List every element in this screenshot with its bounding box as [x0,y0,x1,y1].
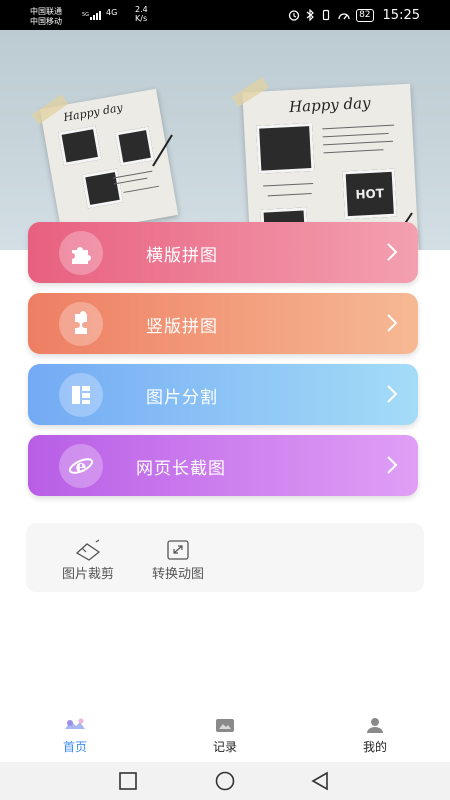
alarm-icon [288,10,300,21]
webpage-screenshot-label: 网页长截图 [136,459,226,479]
svg-text:e: e [76,457,87,477]
tab-home-label: 首页 [62,740,87,754]
expand-icon [167,540,189,560]
carrier-1: 中国联通 [30,7,62,16]
record-icon [216,719,234,732]
banner-photo [81,168,124,209]
pen-icon [152,134,173,167]
banner-image: Happy day Happy day HOT [0,30,450,250]
image-crop-label: 图片裁剪 [61,567,114,582]
home-button[interactable] [214,771,236,791]
carrier-info: 中国联通 中国移动 [30,7,62,27]
status-right: 82 15:25 [288,7,420,23]
image-split-button[interactable]: 图片分割 [28,364,418,425]
tools-panel: 图片裁剪 转换动图 [26,523,424,592]
svg-text:5G: 5G [82,12,89,18]
tab-home[interactable]: 首页 [45,715,105,755]
image-crop-tool[interactable]: 图片裁剪 [52,539,124,582]
note-right-heading: Happy day [288,93,371,117]
tape-decoration [231,77,269,107]
browser-e-icon: e [59,444,103,488]
home-icon [65,718,85,729]
puzzle-icon [59,231,103,275]
photo-caption: HOT [355,186,385,202]
convert-gif-tool[interactable]: 转换动图 [142,539,214,582]
tab-profile-label: 我的 [362,740,387,754]
note-left-heading: Happy day [62,100,124,125]
carrier-2: 中国移动 [30,17,62,26]
bottom-nav: 首页 记录 我的 [0,710,450,758]
tab-records[interactable]: 记录 [195,715,255,755]
horizontal-collage-label: 横版拼图 [146,246,218,266]
chevron-right-icon [387,385,398,403]
tab-records-label: 记录 [212,740,237,754]
puzzle-vertical-icon [59,302,103,346]
banner-photo [256,122,315,174]
chevron-right-icon [387,243,398,261]
network-speed: 2.4 K/s [135,5,148,23]
bluetooth-icon [306,9,314,21]
signal-2-icon: 4G [106,8,117,18]
signal-icon: 5G [82,11,101,20]
tab-profile[interactable]: 我的 [345,715,405,755]
profile-icon [367,718,383,733]
vibrate-icon [322,9,330,21]
recent-apps-button[interactable] [118,771,138,791]
system-nav-bar [0,762,450,800]
battery-indicator: 82 [356,8,374,22]
horizontal-collage-button[interactable]: 横版拼图 [28,222,418,283]
chevron-right-icon [387,456,398,474]
tape-decoration [31,94,69,125]
signal-2-label: 4G [106,8,118,17]
network-speed-unit: K/s [135,14,148,23]
status-bar: 中国联通 中国移动 5G 4G 2.4 K/s 82 15:25 [0,0,450,30]
banner-photo [58,125,102,166]
data-saver-icon [338,13,350,20]
webpage-screenshot-button[interactable]: e 网页长截图 [28,435,418,496]
vertical-collage-button[interactable]: 竖版拼图 [28,293,418,354]
network-speed-value: 2.4 [135,5,148,14]
status-time: 15:25 [382,7,420,23]
banner-photo [114,126,155,166]
image-split-label: 图片分割 [146,388,218,408]
vertical-collage-label: 竖版拼图 [146,317,218,337]
crop-icon [75,539,101,561]
back-button[interactable] [310,771,330,791]
banner-photo: HOT [342,168,397,220]
convert-gif-label: 转换动图 [151,567,204,582]
chevron-right-icon [387,314,398,332]
grid-split-icon [59,373,103,417]
